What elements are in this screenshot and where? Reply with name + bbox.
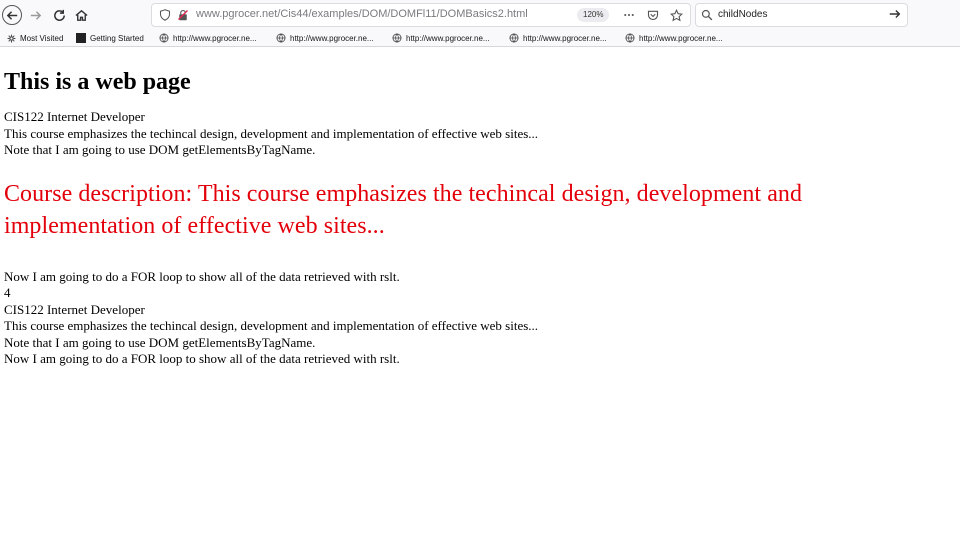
home-icon [74, 8, 89, 23]
reload-button[interactable] [48, 4, 70, 26]
bookmark-label: http://www.pgrocer.ne... [639, 33, 723, 43]
back-button[interactable] [1, 4, 23, 26]
globe-icon [509, 33, 519, 43]
loop-output-block: Now I am going to do a FOR loop to show … [4, 269, 954, 368]
back-arrow-icon [2, 5, 22, 25]
page-heading: This is a web page [4, 69, 191, 95]
search-go-arrow-icon[interactable] [888, 7, 904, 23]
browser-toolbar: www.pgrocer.net/Cis44/examples/DOM/DOMFl… [0, 0, 960, 30]
bookmark-label: Getting Started [90, 33, 144, 43]
globe-icon [276, 33, 286, 43]
course-description: Course description: This course emphasiz… [4, 180, 803, 239]
more-actions-icon[interactable] [622, 8, 636, 22]
forward-arrow-icon [28, 8, 43, 23]
bookmark-label: http://www.pgrocer.ne... [290, 33, 374, 43]
bookmark-getting-started[interactable]: Getting Started [76, 31, 144, 45]
search-icon [701, 8, 715, 22]
globe-icon [159, 33, 169, 43]
text-line: Now I am going to do a FOR loop to show … [4, 268, 400, 284]
search-bar[interactable]: childNodes [695, 3, 908, 27]
text-line: CIS122 Internet Developer [4, 301, 145, 317]
text-line: CIS122 Internet Developer [4, 109, 145, 124]
node-count: 4 [4, 285, 11, 300]
text-line: Note that I am going to use DOM getEleme… [4, 142, 316, 157]
bookmark-label: http://www.pgrocer.ne... [173, 33, 257, 43]
bookmark-link[interactable]: http://www.pgrocer.ne... [159, 31, 257, 45]
zoom-level-badge[interactable]: 120% [577, 8, 610, 22]
bookmark-label: http://www.pgrocer.ne... [523, 33, 607, 43]
gear-icon [6, 33, 16, 43]
home-button[interactable] [70, 4, 92, 26]
text-line: Note that I am going to use DOM getEleme… [4, 334, 316, 350]
forward-button[interactable] [24, 4, 46, 26]
bookmark-label: Most Visited [20, 33, 64, 43]
bookmark-most-visited[interactable]: Most Visited [6, 31, 63, 45]
bookmark-link[interactable]: http://www.pgrocer.ne... [392, 31, 490, 45]
pocket-icon[interactable] [646, 8, 660, 22]
bookmark-link[interactable]: http://www.pgrocer.ne... [276, 31, 374, 45]
bookmarks-toolbar: Most Visited Getting Started http://www.… [0, 30, 960, 47]
bookmark-star-icon[interactable] [669, 8, 683, 22]
search-input[interactable]: childNodes [718, 9, 767, 20]
page-content: This is a web page CIS122 Internet Devel… [4, 52, 954, 368]
insecure-lock-icon[interactable] [176, 8, 190, 22]
address-bar[interactable]: www.pgrocer.net/Cis44/examples/DOM/DOMFl… [151, 3, 691, 27]
logo-icon [76, 33, 86, 43]
text-line: Now I am going to do a FOR loop to show … [4, 351, 400, 366]
top-text-block: CIS122 Internet Developer This course em… [4, 109, 954, 159]
bookmark-link[interactable]: http://www.pgrocer.ne... [625, 31, 723, 45]
shield-icon[interactable] [158, 8, 172, 22]
text-line: This course emphasizes the techincal des… [4, 318, 539, 333]
text-line: This course emphasizes the techincal des… [4, 125, 539, 141]
reload-icon [52, 8, 67, 23]
globe-icon [392, 33, 402, 43]
globe-icon [625, 33, 635, 43]
bookmark-label: http://www.pgrocer.ne... [406, 33, 490, 43]
url-text[interactable]: www.pgrocer.net/Cis44/examples/DOM/DOMFl… [196, 8, 528, 20]
bookmark-link[interactable]: http://www.pgrocer.ne... [509, 31, 607, 45]
